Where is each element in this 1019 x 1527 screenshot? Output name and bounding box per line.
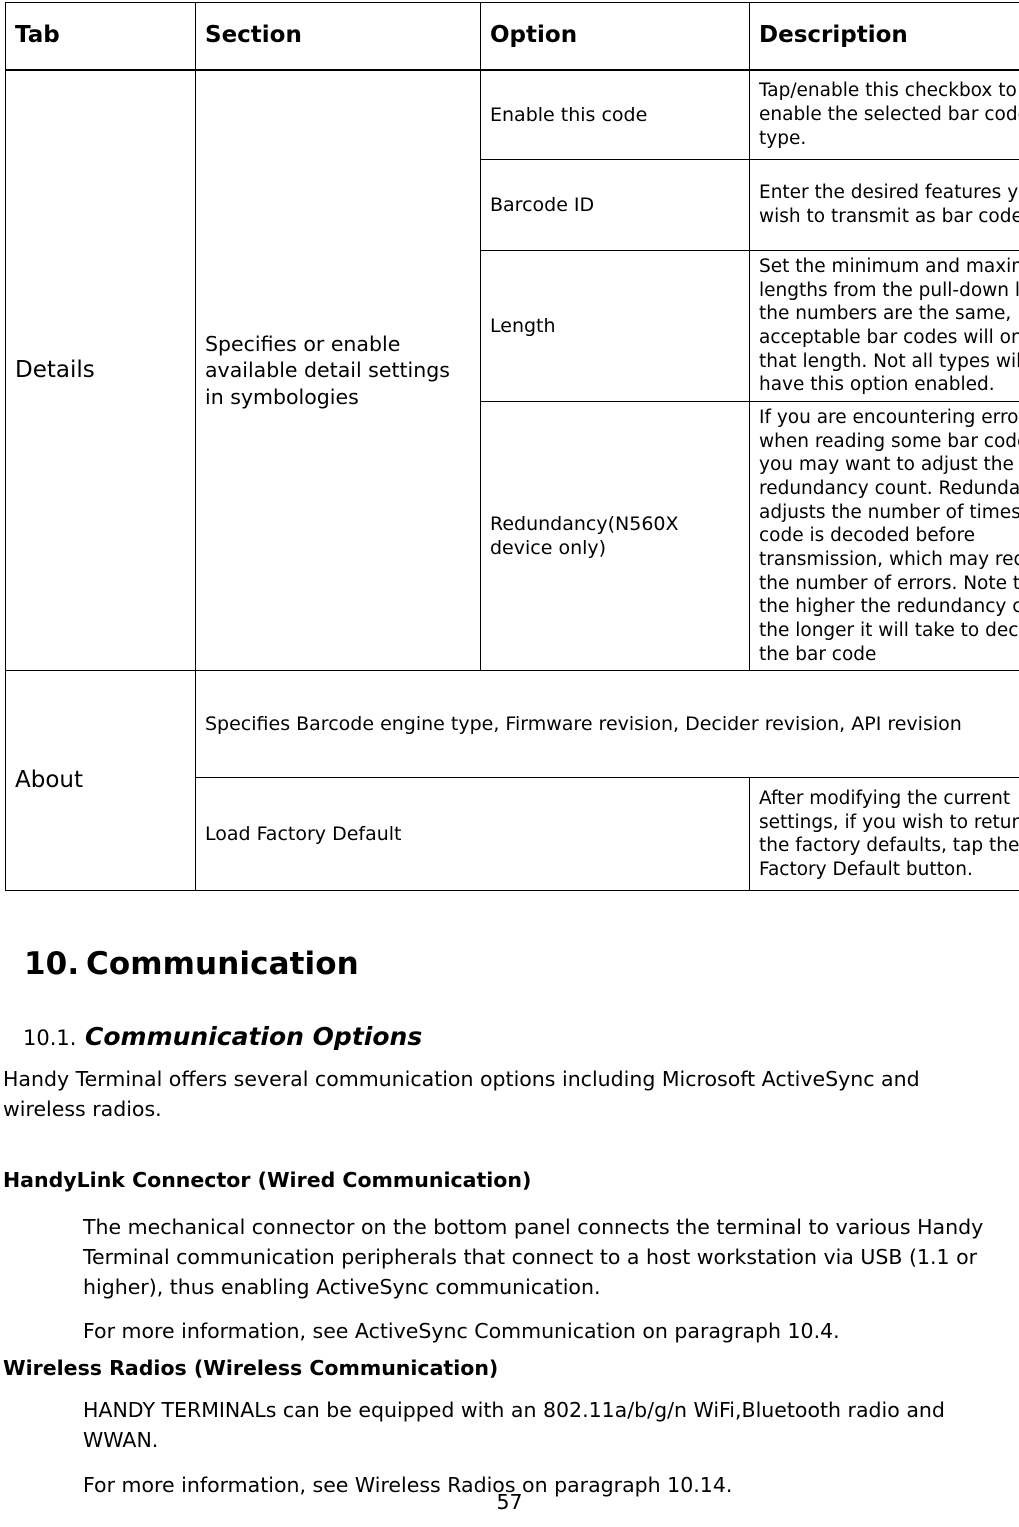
table-row: Details Specifies or enable available de… [5, 69, 1019, 672]
column-header-option: Option [480, 2, 750, 71]
cell-section-details: Specifies or enable available detail set… [195, 69, 481, 672]
wireless-radios-paragraph: HANDY TERMINALs can be equipped with an … [83, 1398, 945, 1453]
cell-description-barcode-id: Enter the desired features you wish to t… [749, 159, 1019, 251]
section-heading: 10.1. Communication Options [23, 1022, 422, 1051]
column-header-section: Section [195, 2, 481, 71]
cell-tab-details: Details [5, 69, 196, 672]
wireless-radios-heading: Wireless Radios (Wireless Communication) [3, 1356, 499, 1380]
intro-paragraph: Handy Terminal offers several communicat… [3, 1067, 920, 1122]
column-header-tab: Tab [5, 2, 196, 71]
chapter-heading: 10. Communication [24, 946, 359, 982]
handylink-connector-paragraph: The mechanical connector on the bottom p… [83, 1215, 984, 1300]
cell-option-length: Length [480, 249, 750, 403]
document-page: Tab Section Option Description Details S… [0, 0, 1019, 1527]
section-title: Communication Options [85, 1022, 423, 1051]
cell-option-barcode-id: Barcode ID [480, 159, 750, 251]
cell-description-load-factory-default: After modifying the current settings, if… [749, 777, 1019, 892]
handylink-more-info: For more information, see ActiveSync Com… [83, 1319, 840, 1343]
page-number: 57 [496, 1490, 523, 1514]
handylink-connector-heading: HandyLink Connector (Wired Communication… [3, 1168, 532, 1192]
table-body: Details Specifies or enable available de… [5, 69, 1019, 892]
cell-description-redundancy: If you are encountering errors when read… [749, 401, 1019, 672]
cell-option-redundancy: Redundancy(N560X device only) [480, 401, 750, 672]
cell-description-enable-this-code: Tap/enable this checkbox to enable the s… [749, 69, 1019, 160]
table-header-row: Tab Section Option Description [5, 2, 1019, 71]
chapter-title: Communication [86, 946, 359, 982]
cell-about-summary: Specifies Barcode engine type, Firmware … [195, 670, 1019, 779]
table-header: Tab Section Option Description [5, 2, 1019, 71]
column-header-description: Description [749, 2, 1019, 71]
cell-option-enable-this-code: Enable this code [480, 69, 750, 160]
chapter-number: 10. [24, 946, 80, 982]
cell-tab-about: About [5, 670, 196, 892]
cell-description-length: Set the minimum and maximum lengths from… [749, 249, 1019, 403]
table-row: About Specifies Barcode engine type, Fir… [5, 670, 1019, 892]
section-number: 10.1. [23, 1026, 77, 1050]
barcode-settings-table: Tab Section Option Description Details S… [5, 2, 1019, 892]
cell-option-load-factory-default: Load Factory Default [195, 777, 750, 892]
